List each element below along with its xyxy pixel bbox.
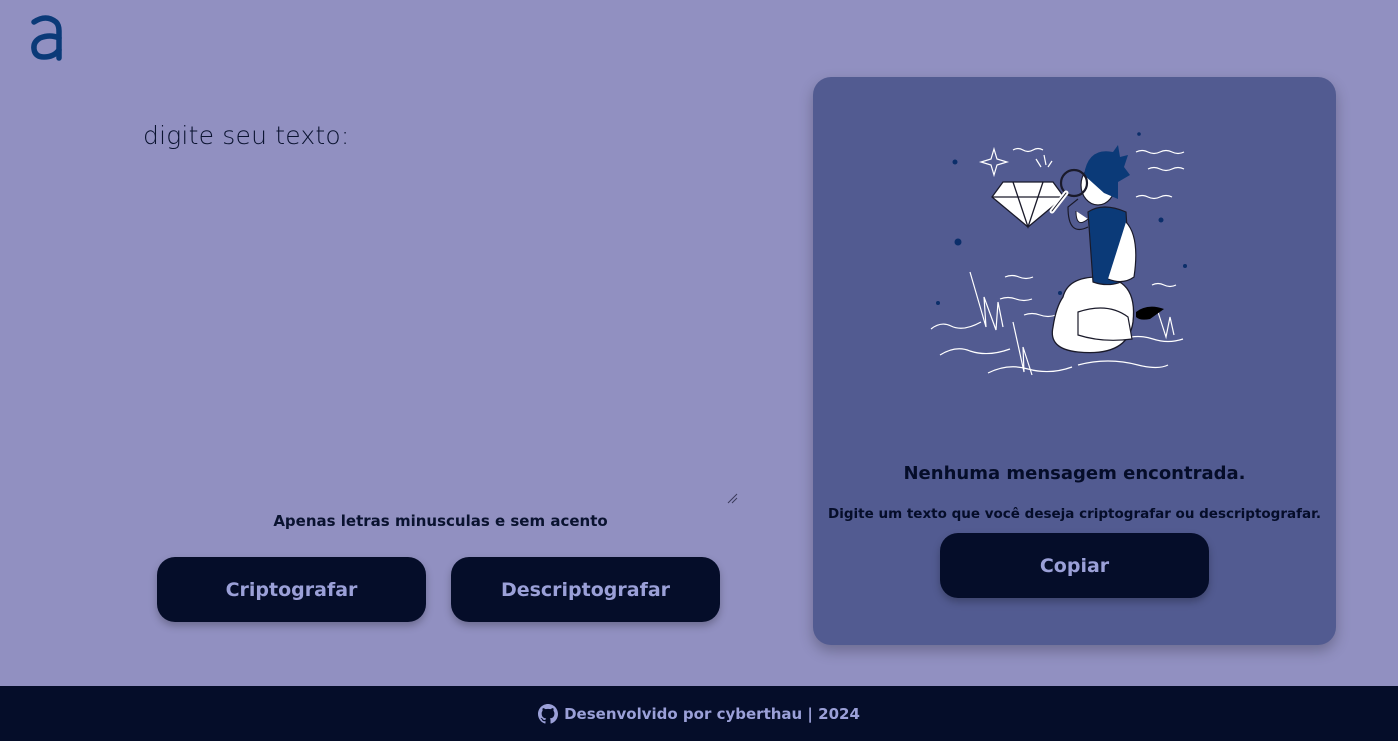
input-label: digite seu texto: bbox=[143, 121, 350, 150]
output-title: Nenhuma mensagem encontrada. bbox=[903, 463, 1246, 484]
footer-credit[interactable]: Desenvolvido por cyberthau | 2024 bbox=[564, 705, 860, 723]
letter-a-logo-icon[interactable] bbox=[28, 14, 64, 62]
resize-handle-icon[interactable] bbox=[726, 492, 738, 504]
copy-button[interactable]: Copiar bbox=[940, 533, 1209, 598]
output-subtitle: Digite um texto que você deseja criptogr… bbox=[828, 506, 1321, 522]
person-with-magnifier-illustration bbox=[930, 132, 1187, 376]
github-icon[interactable] bbox=[538, 703, 559, 724]
input-hint: Apenas letras minusculas e sem acento bbox=[273, 512, 608, 530]
message-textarea[interactable] bbox=[143, 170, 738, 505]
footer: Desenvolvido por cyberthau | 2024 bbox=[0, 686, 1398, 741]
encrypt-button[interactable]: Criptografar bbox=[157, 557, 426, 622]
app-page: digite seu texto: Apenas letras minuscul… bbox=[0, 0, 1398, 741]
output-card: Nenhuma mensagem encontrada. Digite um t… bbox=[813, 77, 1336, 645]
decrypt-button[interactable]: Descriptografar bbox=[451, 557, 720, 622]
